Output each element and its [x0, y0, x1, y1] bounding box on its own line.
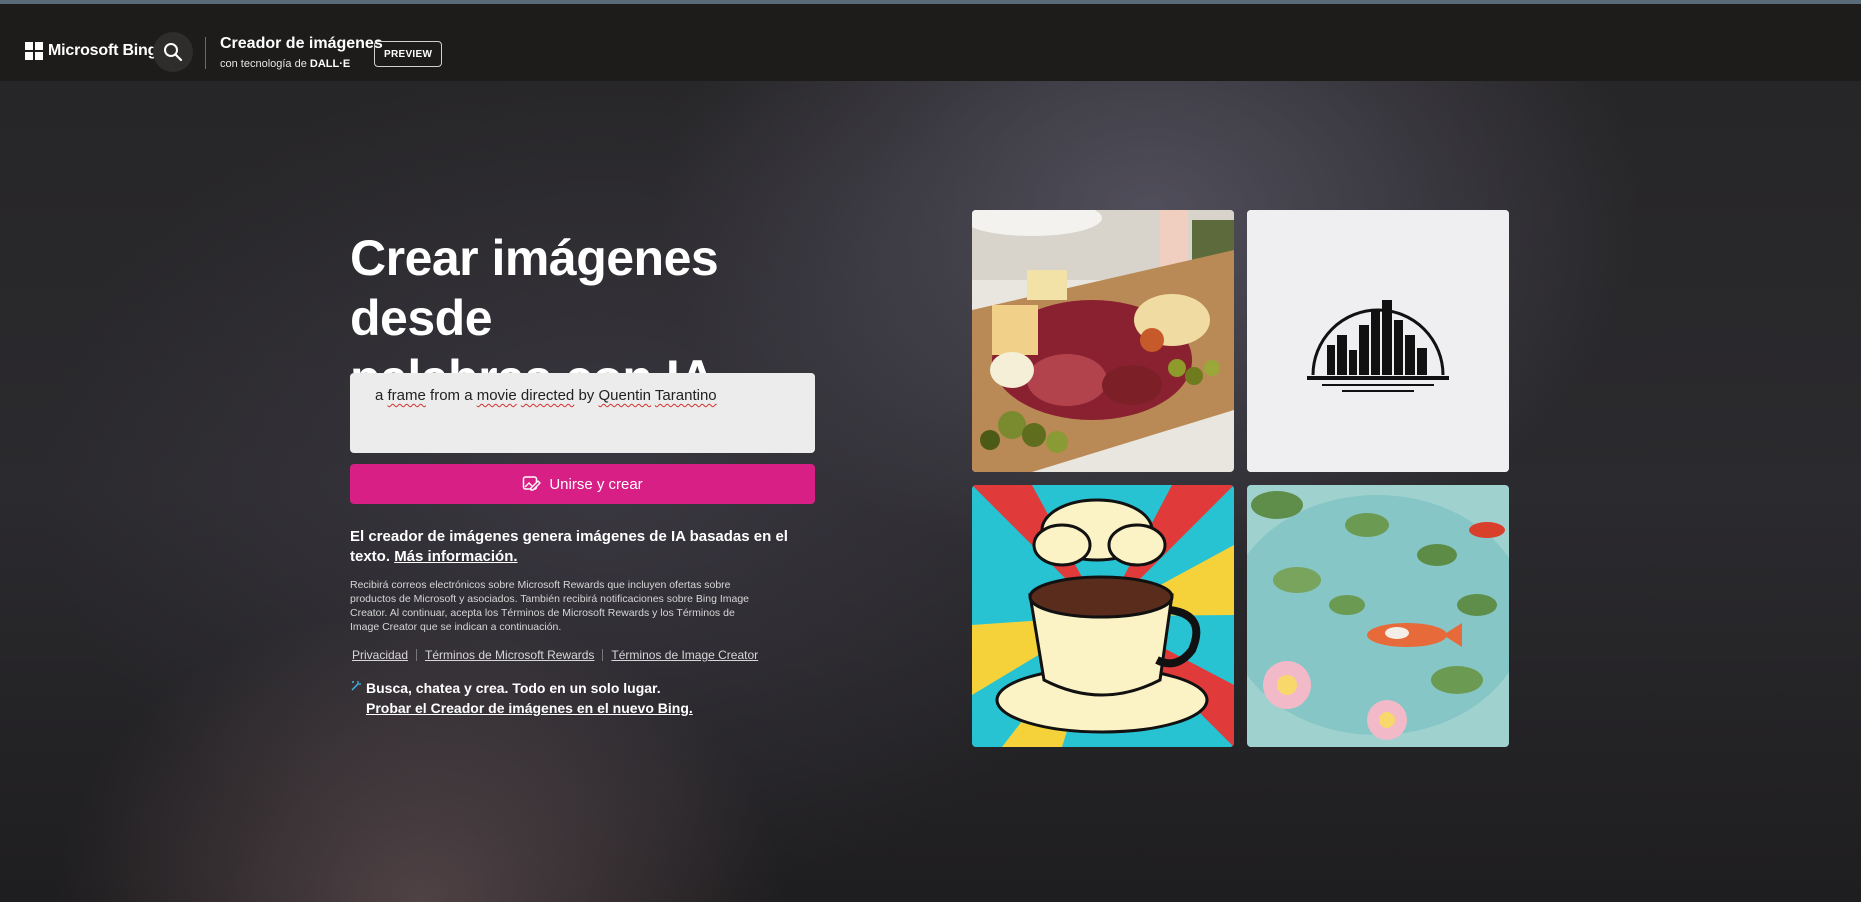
search-button[interactable] — [153, 32, 193, 72]
brand-sub-engine: DALL·E — [309, 58, 351, 70]
sparkle-icon — [351, 681, 361, 691]
footer-links: Privacidad Términos de Microsoft Rewards… — [350, 648, 760, 662]
promo-headline: Busca, chatea y crea. Todo en un solo lu… — [366, 680, 661, 696]
title-line-1: Crear imágenes desde — [350, 230, 719, 346]
more-info-link[interactable]: Más información. — [394, 548, 517, 565]
prompt-word: a — [464, 387, 473, 404]
microsoft-bing-logo[interactable]: Microsoft Bing — [25, 42, 157, 60]
try-new-bing-link[interactable]: Probar el Creador de imágenes en el nuev… — [366, 700, 693, 716]
microsoft-logo-icon — [25, 42, 43, 60]
prompt-word: movie — [476, 387, 517, 404]
link-separator — [416, 649, 418, 661]
logo-label: Microsoft Bing — [48, 42, 158, 59]
charcuterie-board-image[interactable] — [972, 210, 1234, 472]
prompt-word: frame — [387, 387, 426, 404]
privacy-link[interactable]: Privacidad — [350, 648, 410, 662]
join-and-create-button[interactable]: Unirse y crear — [350, 464, 815, 504]
create-button-label: Unirse y crear — [549, 475, 643, 493]
header-divider — [205, 37, 206, 69]
koi-pond-watercolor-image[interactable] — [1247, 485, 1509, 747]
image-edit-icon — [523, 476, 542, 491]
top-header: Microsoft Bing Creador de imágenes con t… — [0, 4, 1861, 81]
prompt-word: by — [578, 387, 595, 404]
link-separator — [602, 649, 604, 661]
prompt-word: a — [375, 387, 384, 404]
legal-text: Recibirá correos electrónicos sobre Micr… — [350, 579, 750, 633]
prompt-word: directed — [520, 387, 575, 404]
prompt-word: Tarantino — [654, 387, 717, 404]
brand-title[interactable]: Creador de imágenes — [220, 35, 383, 53]
image-creator-terms-link[interactable]: Términos de Image Creator — [609, 648, 760, 662]
prompt-word: Quentin — [598, 387, 652, 404]
preview-badge: PREVIEW — [374, 41, 443, 67]
prompt-word: from — [430, 387, 461, 404]
page-background — [0, 81, 1861, 902]
brand-sub-prefix: con tecnología de — [220, 58, 307, 70]
search-icon — [164, 43, 183, 62]
brand-subtitle: con tecnología de DALL·E — [220, 58, 350, 70]
rewards-terms-link[interactable]: Términos de Microsoft Rewards — [423, 648, 596, 662]
prompt-input[interactable]: a frame from a movie directed by Quentin… — [350, 373, 815, 453]
pop-art-coffee-cup-image[interactable] — [972, 485, 1234, 747]
city-skyline-logo-image[interactable] — [1247, 210, 1509, 472]
info-text: El creador de imágenes genera imágenes d… — [350, 527, 820, 567]
